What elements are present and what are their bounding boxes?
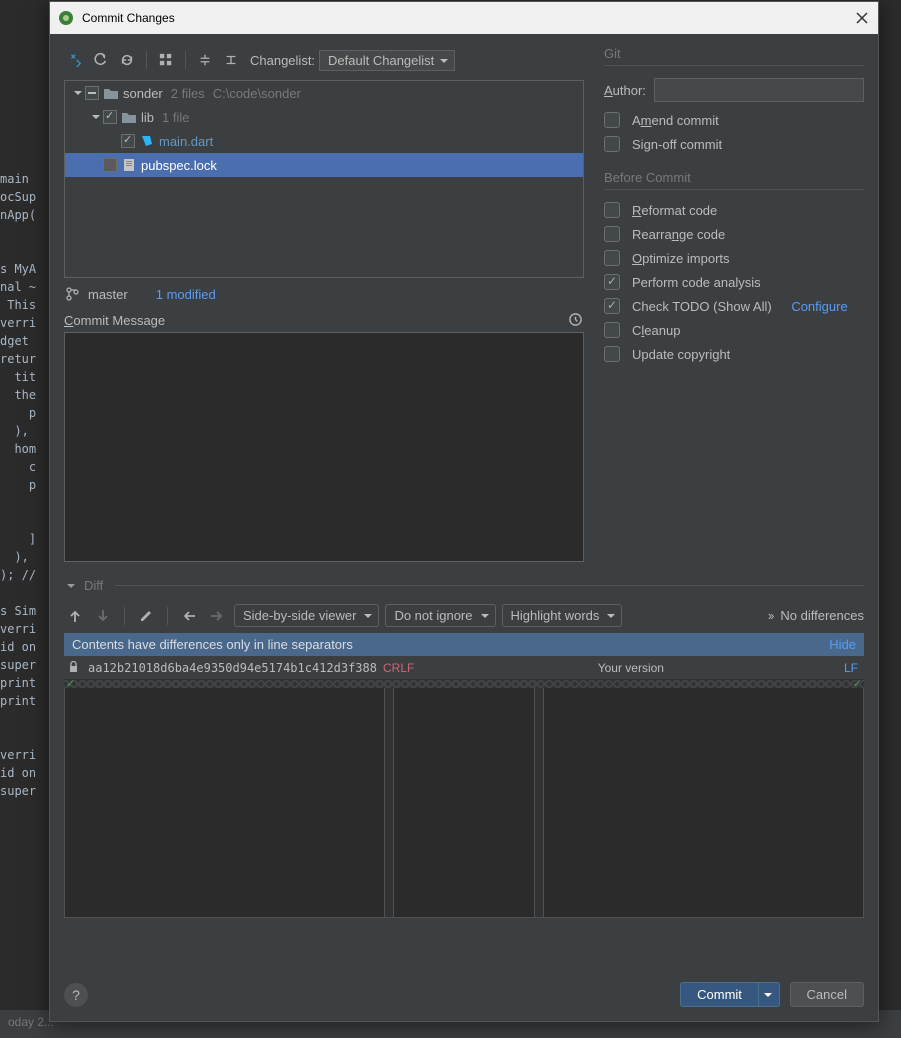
optimize-label: Optimize imports bbox=[632, 251, 730, 266]
checkbox-todo[interactable] bbox=[604, 298, 620, 314]
commit-toolbar: Changelist: Default Changelist bbox=[64, 46, 584, 74]
checkbox-cleanup[interactable] bbox=[604, 322, 620, 338]
hide-link[interactable]: Hide bbox=[829, 637, 856, 652]
viewer-dropdown[interactable]: Side-by-side viewer bbox=[234, 604, 379, 627]
chevron-down-icon[interactable] bbox=[89, 110, 103, 124]
commit-message-textarea[interactable] bbox=[64, 332, 584, 562]
dart-file-icon bbox=[139, 133, 155, 149]
rearrange-label: Rearrange code bbox=[632, 227, 725, 242]
check-icon: ✓ bbox=[853, 677, 862, 690]
app-icon bbox=[58, 10, 74, 26]
diff-viewer[interactable] bbox=[64, 688, 864, 918]
lock-icon bbox=[68, 661, 82, 675]
revision-hash: aa12b21018d6ba4e9350d94e5174b1c412d3f388 bbox=[88, 661, 377, 675]
tree-row-file[interactable]: main.dart bbox=[65, 129, 583, 153]
your-version-label: Your version bbox=[598, 661, 664, 675]
branch-icon bbox=[64, 286, 80, 302]
crlf-label: CRLF bbox=[383, 661, 414, 675]
commit-button-dropdown[interactable] bbox=[758, 982, 780, 1007]
expand-icon[interactable]: ›› bbox=[768, 608, 773, 623]
forward-icon[interactable] bbox=[206, 605, 228, 627]
diff-separator: ✓ ✓ bbox=[64, 680, 864, 688]
folder-icon bbox=[121, 109, 137, 125]
git-section-header: Git bbox=[604, 46, 864, 66]
checkbox-amend[interactable] bbox=[604, 112, 620, 128]
diff-pane-left[interactable] bbox=[65, 688, 384, 917]
copyright-label: Update copyright bbox=[632, 347, 730, 362]
ignore-dropdown[interactable]: Do not ignore bbox=[385, 604, 495, 627]
tree-label: sonder bbox=[123, 86, 163, 101]
todo-label: Check TODO (Show All) bbox=[632, 299, 772, 314]
checkbox-rearrange[interactable] bbox=[604, 226, 620, 242]
info-text: Contents have differences only in line s… bbox=[72, 637, 353, 652]
dialog-title: Commit Changes bbox=[82, 11, 848, 25]
commit-message-label: Commit Message bbox=[64, 313, 165, 328]
reformat-label: Reformat code bbox=[632, 203, 717, 218]
tree-meta: 2 files bbox=[171, 86, 205, 101]
chevron-down-icon[interactable] bbox=[71, 86, 85, 100]
before-commit-header: Before Commit bbox=[604, 170, 864, 190]
lf-label: LF bbox=[844, 661, 864, 675]
check-icon: ✓ bbox=[66, 677, 75, 690]
titlebar: Commit Changes bbox=[50, 2, 878, 34]
lock-file-icon bbox=[121, 157, 137, 173]
checkbox-file[interactable] bbox=[121, 134, 135, 148]
expand-all-icon[interactable] bbox=[194, 49, 216, 71]
signoff-label: Sign-off commit bbox=[632, 137, 722, 152]
checkbox-lib[interactable] bbox=[103, 110, 117, 124]
no-diff-label: No differences bbox=[780, 608, 864, 623]
changelist-dropdown[interactable]: Default Changelist bbox=[319, 50, 455, 71]
author-label: Author: bbox=[604, 83, 646, 98]
close-icon[interactable] bbox=[856, 11, 870, 25]
diff-label: Diff bbox=[84, 578, 103, 593]
collapse-all-icon[interactable] bbox=[220, 49, 242, 71]
refresh-icon[interactable] bbox=[64, 49, 86, 71]
help-button[interactable]: ? bbox=[64, 983, 88, 1007]
tree-row-root[interactable]: sonder 2 files C:\code\sonder bbox=[65, 81, 583, 105]
checkbox-optimize[interactable] bbox=[604, 250, 620, 266]
analysis-label: Perform code analysis bbox=[632, 275, 761, 290]
prev-diff-icon[interactable] bbox=[64, 605, 86, 627]
diff-pane-right[interactable] bbox=[544, 688, 863, 917]
tree-meta-path: C:\code\sonder bbox=[213, 86, 301, 101]
checkbox-analysis[interactable] bbox=[604, 274, 620, 290]
checkbox-reformat[interactable] bbox=[604, 202, 620, 218]
back-icon[interactable] bbox=[178, 605, 200, 627]
refresh-vcs-icon[interactable] bbox=[116, 49, 138, 71]
history-icon[interactable] bbox=[568, 312, 584, 328]
cancel-button[interactable]: Cancel bbox=[790, 982, 864, 1007]
tree-meta: 1 file bbox=[162, 110, 189, 125]
tree-file-label: main.dart bbox=[159, 134, 213, 149]
configure-link[interactable]: Configure bbox=[791, 299, 847, 314]
cleanup-label: Cleanup bbox=[632, 323, 680, 338]
folder-icon bbox=[103, 85, 119, 101]
diff-info-bar: Contents have differences only in line s… bbox=[64, 633, 864, 656]
checkbox-file[interactable] bbox=[103, 158, 117, 172]
group-by-icon[interactable] bbox=[155, 49, 177, 71]
diff-pane-middle[interactable] bbox=[394, 688, 534, 917]
checkbox-signoff[interactable] bbox=[604, 136, 620, 152]
undo-icon[interactable] bbox=[90, 49, 112, 71]
commit-button[interactable]: Commit bbox=[680, 982, 758, 1007]
checkbox-copyright[interactable] bbox=[604, 346, 620, 362]
tree-row-file-selected[interactable]: pubspec.lock bbox=[65, 153, 583, 177]
tree-label: lib bbox=[141, 110, 154, 125]
tree-file-label: pubspec.lock bbox=[141, 158, 217, 173]
edit-icon[interactable] bbox=[135, 605, 157, 627]
author-input[interactable] bbox=[654, 78, 864, 102]
amend-label: Amend commit bbox=[632, 113, 719, 128]
changelist-label: Changelist: bbox=[250, 53, 315, 68]
commit-dialog: Commit Changes Changelist: Default Chang… bbox=[49, 1, 879, 1022]
changes-tree[interactable]: sonder 2 files C:\code\sonder lib 1 file bbox=[64, 80, 584, 278]
checkbox-root[interactable] bbox=[85, 86, 99, 100]
next-diff-icon[interactable] bbox=[92, 605, 114, 627]
background-editor: main ocSup nApp( s MyA nal ~ This verri … bbox=[0, 0, 50, 1010]
modified-link[interactable]: 1 modified bbox=[156, 287, 216, 302]
tree-row-lib[interactable]: lib 1 file bbox=[65, 105, 583, 129]
branch-name[interactable]: master bbox=[88, 287, 128, 302]
chevron-down-icon[interactable] bbox=[64, 579, 78, 593]
highlight-dropdown[interactable]: Highlight words bbox=[502, 604, 623, 627]
